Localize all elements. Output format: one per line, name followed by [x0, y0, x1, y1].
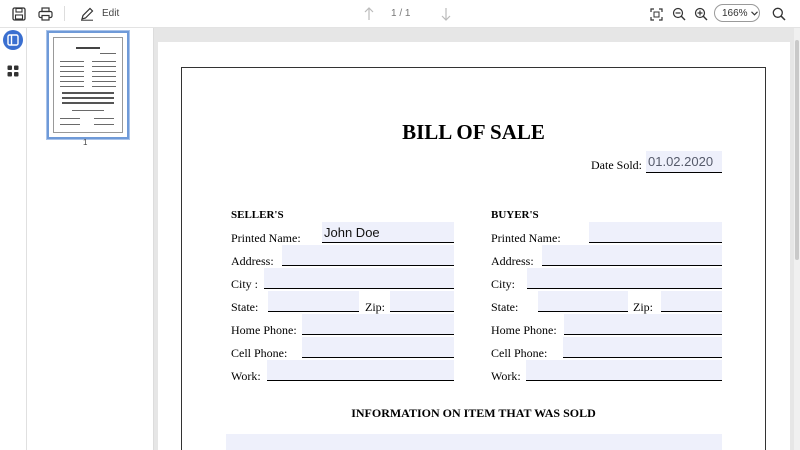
seller-state-label: State: — [231, 300, 259, 314]
buyer-printed-name-label: Printed Name: — [491, 231, 561, 245]
thumbnail-page-number: 1 — [83, 138, 88, 147]
seller-work-field[interactable] — [267, 360, 454, 380]
page-thumbnail[interactable] — [47, 31, 129, 139]
thumbnail-preview — [53, 37, 123, 133]
seller-state-field[interactable] — [268, 291, 359, 311]
save-icon[interactable] — [10, 5, 28, 23]
buyer-address-label: Address: — [491, 254, 534, 268]
item-info-field[interactable] — [226, 434, 722, 450]
buyer-printed-name-field[interactable] — [589, 222, 722, 242]
seller-home-phone-label: Home Phone: — [231, 323, 297, 337]
buyer-state-field[interactable] — [538, 291, 628, 311]
seller-work-underline — [267, 380, 454, 381]
thumbnail-panel: 1 — [27, 28, 154, 450]
buyer-city-underline — [527, 288, 722, 289]
seller-state-underline — [268, 311, 359, 312]
seller-address-underline — [282, 265, 454, 266]
buyer-address-underline — [542, 265, 722, 266]
zoom-out-icon[interactable] — [670, 5, 688, 23]
date-sold-label: Date Sold: — [591, 158, 642, 172]
buyer-cell-phone-field[interactable] — [563, 337, 722, 357]
print-icon[interactable] — [36, 5, 54, 23]
buyer-cell-phone-label: Cell Phone: — [491, 346, 548, 360]
buyer-work-label: Work: — [491, 369, 521, 383]
buyer-work-underline — [526, 380, 722, 381]
buyer-city-label: City: — [491, 277, 516, 291]
seller-printed-name-label: Printed Name: — [231, 231, 301, 245]
buyer-city-field[interactable] — [527, 268, 722, 288]
seller-city-underline — [264, 288, 454, 289]
seller-cell-phone-label: Cell Phone: — [231, 346, 288, 360]
seller-printed-name-underline — [322, 242, 454, 243]
page-indicator: 1 / 1 — [391, 8, 411, 19]
fit-page-icon[interactable] — [647, 5, 665, 23]
toolbar: Edit 1 / 1 166% — [0, 0, 800, 28]
grid-view-icon[interactable] — [5, 63, 21, 79]
seller-home-phone-field[interactable] — [302, 314, 454, 334]
item-info-heading: INFORMATION ON ITEM THAT WAS SOLD — [351, 406, 596, 420]
edit-button[interactable]: Edit — [102, 8, 119, 19]
toolbar-divider — [64, 6, 65, 21]
zoom-value: 166% — [722, 7, 748, 19]
seller-work-label: Work: — [231, 369, 261, 383]
buyer-state-underline — [538, 311, 628, 312]
date-sold-value: 01.02.2020 — [648, 154, 714, 169]
seller-city-field[interactable] — [264, 268, 454, 288]
seller-address-label: Address: — [231, 254, 274, 268]
buyer-zip-underline — [661, 311, 722, 312]
seller-address-field[interactable] — [282, 245, 454, 265]
date-sold-underline — [646, 172, 722, 173]
zoom-select[interactable]: 166% — [714, 4, 760, 22]
seller-zip-label: Zip: — [365, 300, 385, 314]
buyer-zip-field[interactable] — [661, 291, 722, 311]
seller-zip-field[interactable] — [390, 291, 454, 311]
zoom-in-icon[interactable] — [692, 5, 710, 23]
seller-printed-name-value: John Doe — [324, 225, 380, 240]
buyer-address-field[interactable] — [542, 245, 722, 265]
previous-page-icon[interactable] — [361, 5, 377, 23]
buyer-zip-label: Zip: — [633, 300, 653, 314]
seller-city-label: City : — [231, 277, 259, 291]
buyer-work-field[interactable] — [526, 360, 722, 380]
chevron-down-icon — [750, 8, 758, 19]
buyer-cell-phone-underline — [563, 357, 722, 358]
buyer-home-phone-field[interactable] — [564, 314, 722, 334]
seller-home-phone-underline — [302, 334, 454, 335]
scrollbar-thumb[interactable] — [795, 40, 799, 260]
seller-cell-phone-underline — [302, 357, 454, 358]
buyer-state-label: State: — [491, 300, 519, 314]
pencil-icon[interactable] — [78, 5, 96, 23]
seller-zip-underline — [390, 311, 454, 312]
search-icon[interactable] — [770, 5, 788, 23]
side-rail — [0, 28, 27, 450]
seller-heading: SELLER'S — [231, 209, 284, 221]
document-title: BILL OF SALE — [402, 120, 545, 144]
next-page-icon[interactable] — [438, 5, 454, 23]
thumbnails-panel-icon[interactable] — [3, 30, 23, 50]
buyer-home-phone-label: Home Phone: — [491, 323, 557, 337]
buyer-home-phone-underline — [564, 334, 722, 335]
buyer-printed-name-underline — [589, 242, 722, 243]
buyer-heading: BUYER'S — [491, 209, 539, 221]
seller-cell-phone-field[interactable] — [302, 337, 454, 357]
